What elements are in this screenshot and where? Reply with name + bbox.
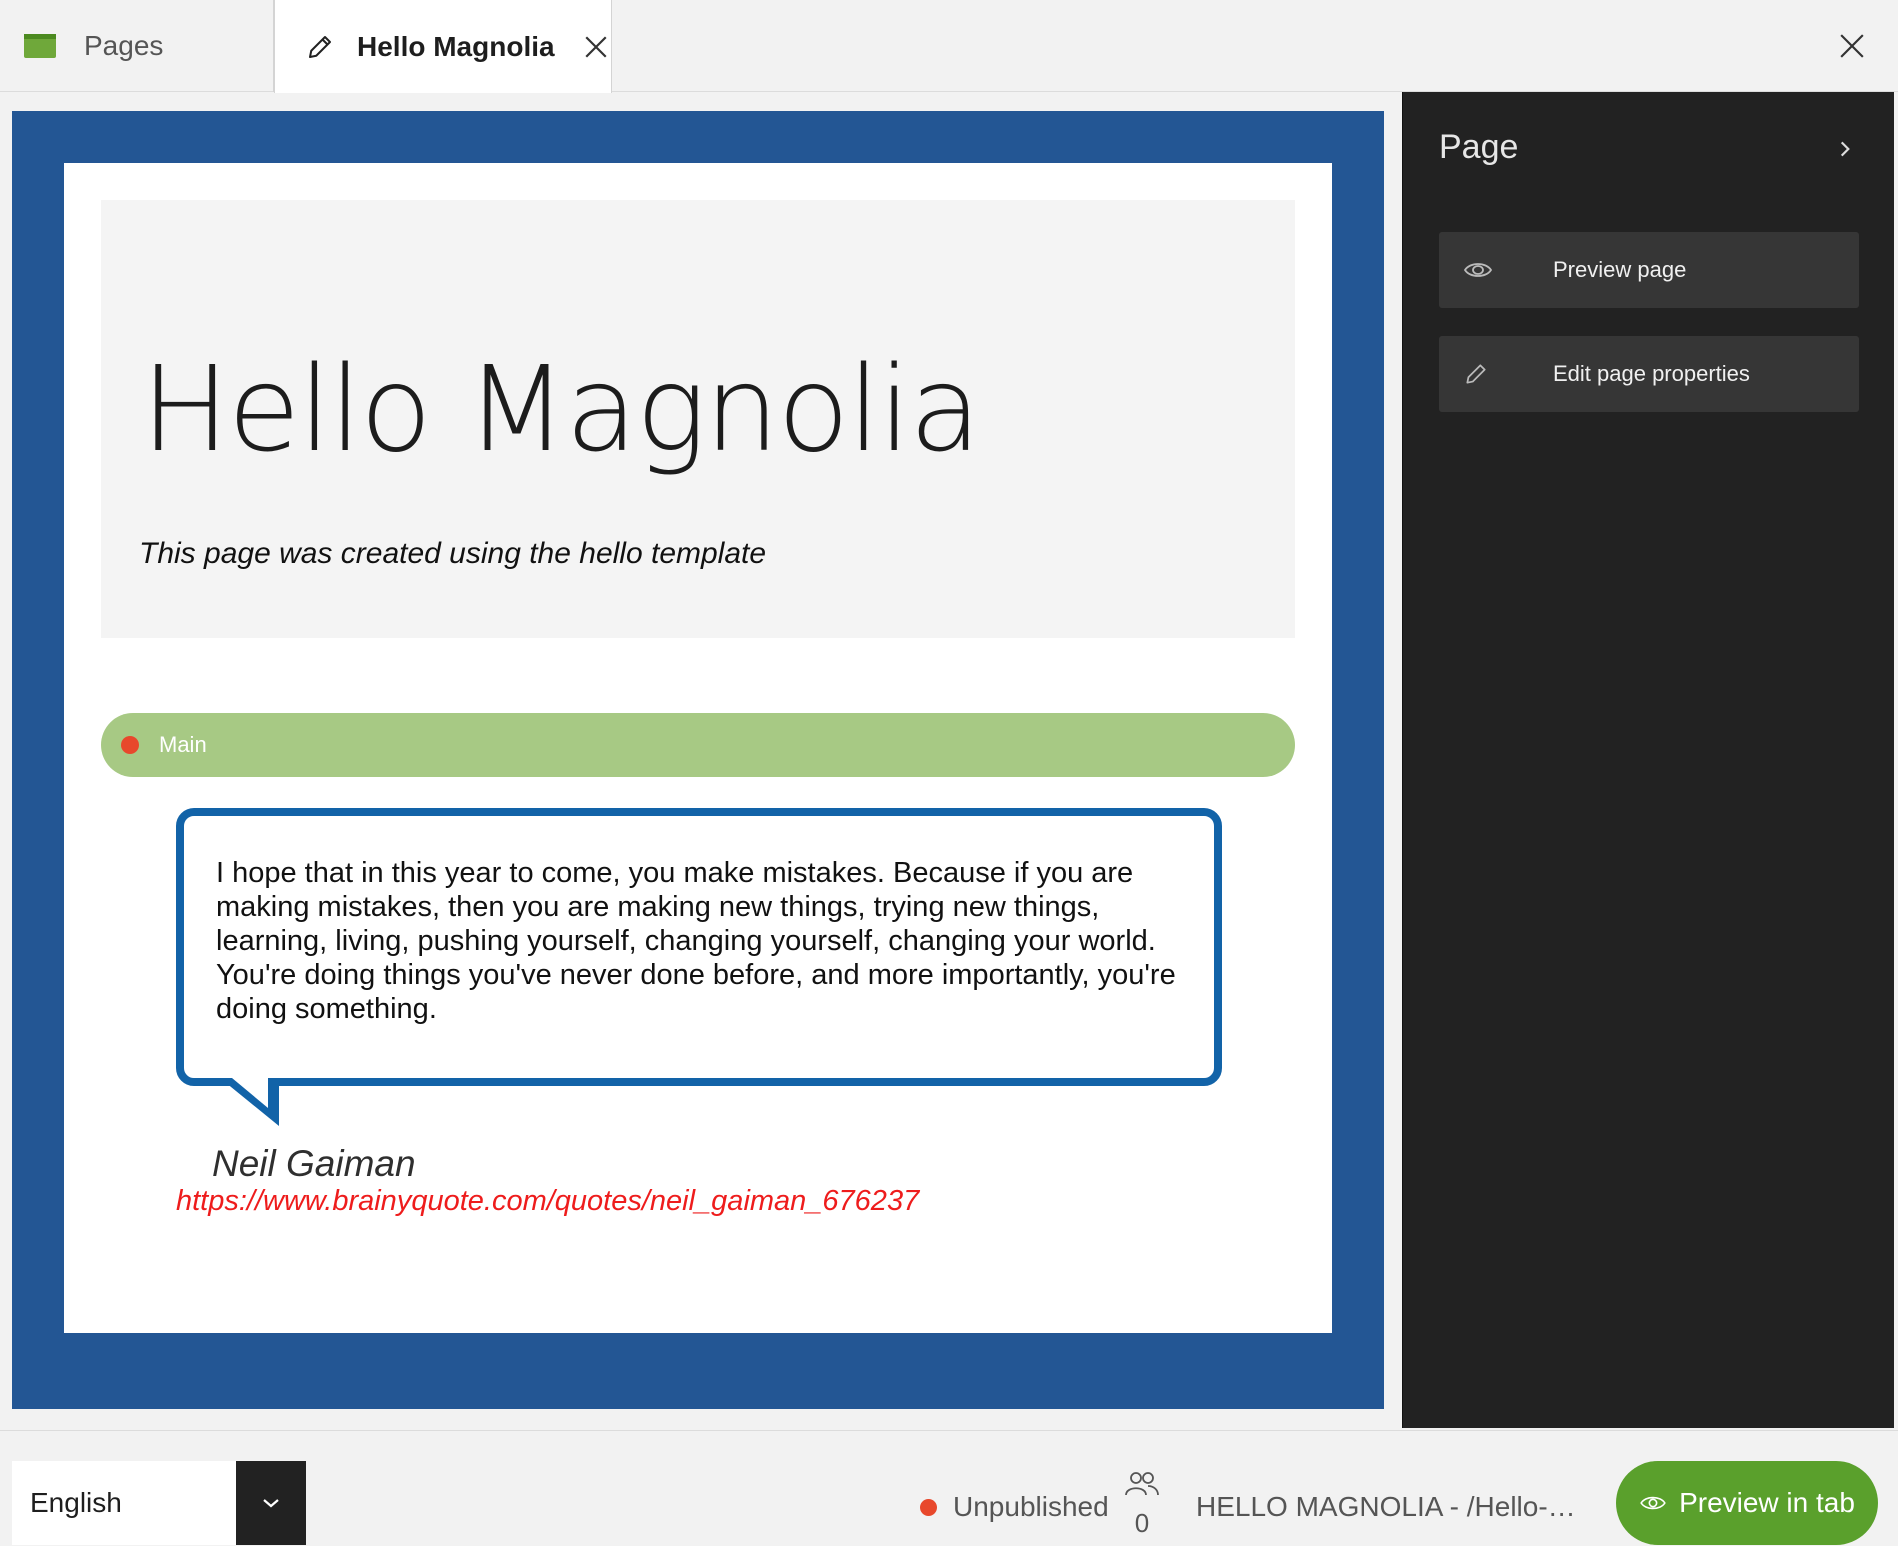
quote-text: I hope that in this year to come, you ma… — [216, 857, 1176, 1025]
tab-bar: Pages Hello Magnolia — [0, 0, 1898, 93]
chevron-right-icon[interactable] — [1836, 138, 1854, 160]
status-dot — [920, 1498, 937, 1516]
tab-editor-label: Hello Magnolia — [357, 30, 555, 62]
page-canvas: Hello Magnolia This page was created usi… — [12, 111, 1384, 1409]
area-status-dot — [121, 736, 139, 754]
page-path: HELLO MAGNOLIA - /Hello-Ma... — [1196, 1491, 1586, 1522]
publish-status-label: Unpublished — [953, 1491, 1109, 1522]
quote-bubble-tail — [176, 1078, 286, 1135]
close-editor-icon[interactable] — [1832, 26, 1872, 66]
pages-app-icon — [24, 34, 56, 58]
preview-in-tab-button[interactable]: Preview in tab — [1616, 1461, 1878, 1545]
pencil-icon — [1463, 361, 1507, 387]
page-content: Hello Magnolia This page was created usi… — [64, 163, 1332, 1333]
close-tab-icon[interactable] — [583, 34, 609, 60]
quote-source-link[interactable]: https://www.brainyquote.com/quotes/neil_… — [176, 1185, 919, 1218]
page-title: Hello Magnolia — [141, 340, 981, 478]
page-header: Hello Magnolia This page was created usi… — [101, 200, 1295, 638]
tab-pages-label: Pages — [84, 30, 164, 61]
eye-icon — [1639, 1493, 1667, 1513]
users-icon — [1124, 1472, 1160, 1501]
panel-title: Page — [1439, 128, 1519, 166]
users-indicator[interactable]: 0 — [1122, 1471, 1162, 1539]
status-bar: English Unpublished 0 HELLO MAGNOLIA - /… — [0, 1430, 1898, 1546]
area-bar-main[interactable]: Main — [101, 713, 1295, 777]
tab-page-editor[interactable]: Hello Magnolia — [274, 0, 612, 93]
eye-icon — [1463, 259, 1507, 281]
publish-status: Unpublished — [920, 1491, 1109, 1523]
preview-page-button[interactable]: Preview page — [1439, 232, 1859, 308]
language-select[interactable]: English — [12, 1461, 306, 1545]
quote-bubble[interactable]: I hope that in this year to come, you ma… — [176, 808, 1222, 1086]
quote-author: Neil Gaiman — [212, 1143, 416, 1184]
edit-page-properties-button[interactable]: Edit page properties — [1439, 336, 1859, 412]
preview-page-label: Preview page — [1553, 257, 1687, 282]
chevron-down-icon[interactable] — [236, 1461, 306, 1545]
tab-pages[interactable]: Pages — [0, 0, 274, 92]
edit-page-properties-label: Edit page properties — [1553, 361, 1750, 386]
area-label: Main — [159, 732, 207, 757]
users-count: 0 — [1134, 1508, 1150, 1538]
pencil-icon — [305, 32, 335, 62]
language-value: English — [30, 1487, 122, 1518]
preview-in-tab-label: Preview in tab — [1679, 1487, 1855, 1518]
page-actions-panel: Page Preview page Edit page properties — [1402, 92, 1894, 1428]
page-subtitle: This page was created using the hello te… — [139, 537, 767, 570]
